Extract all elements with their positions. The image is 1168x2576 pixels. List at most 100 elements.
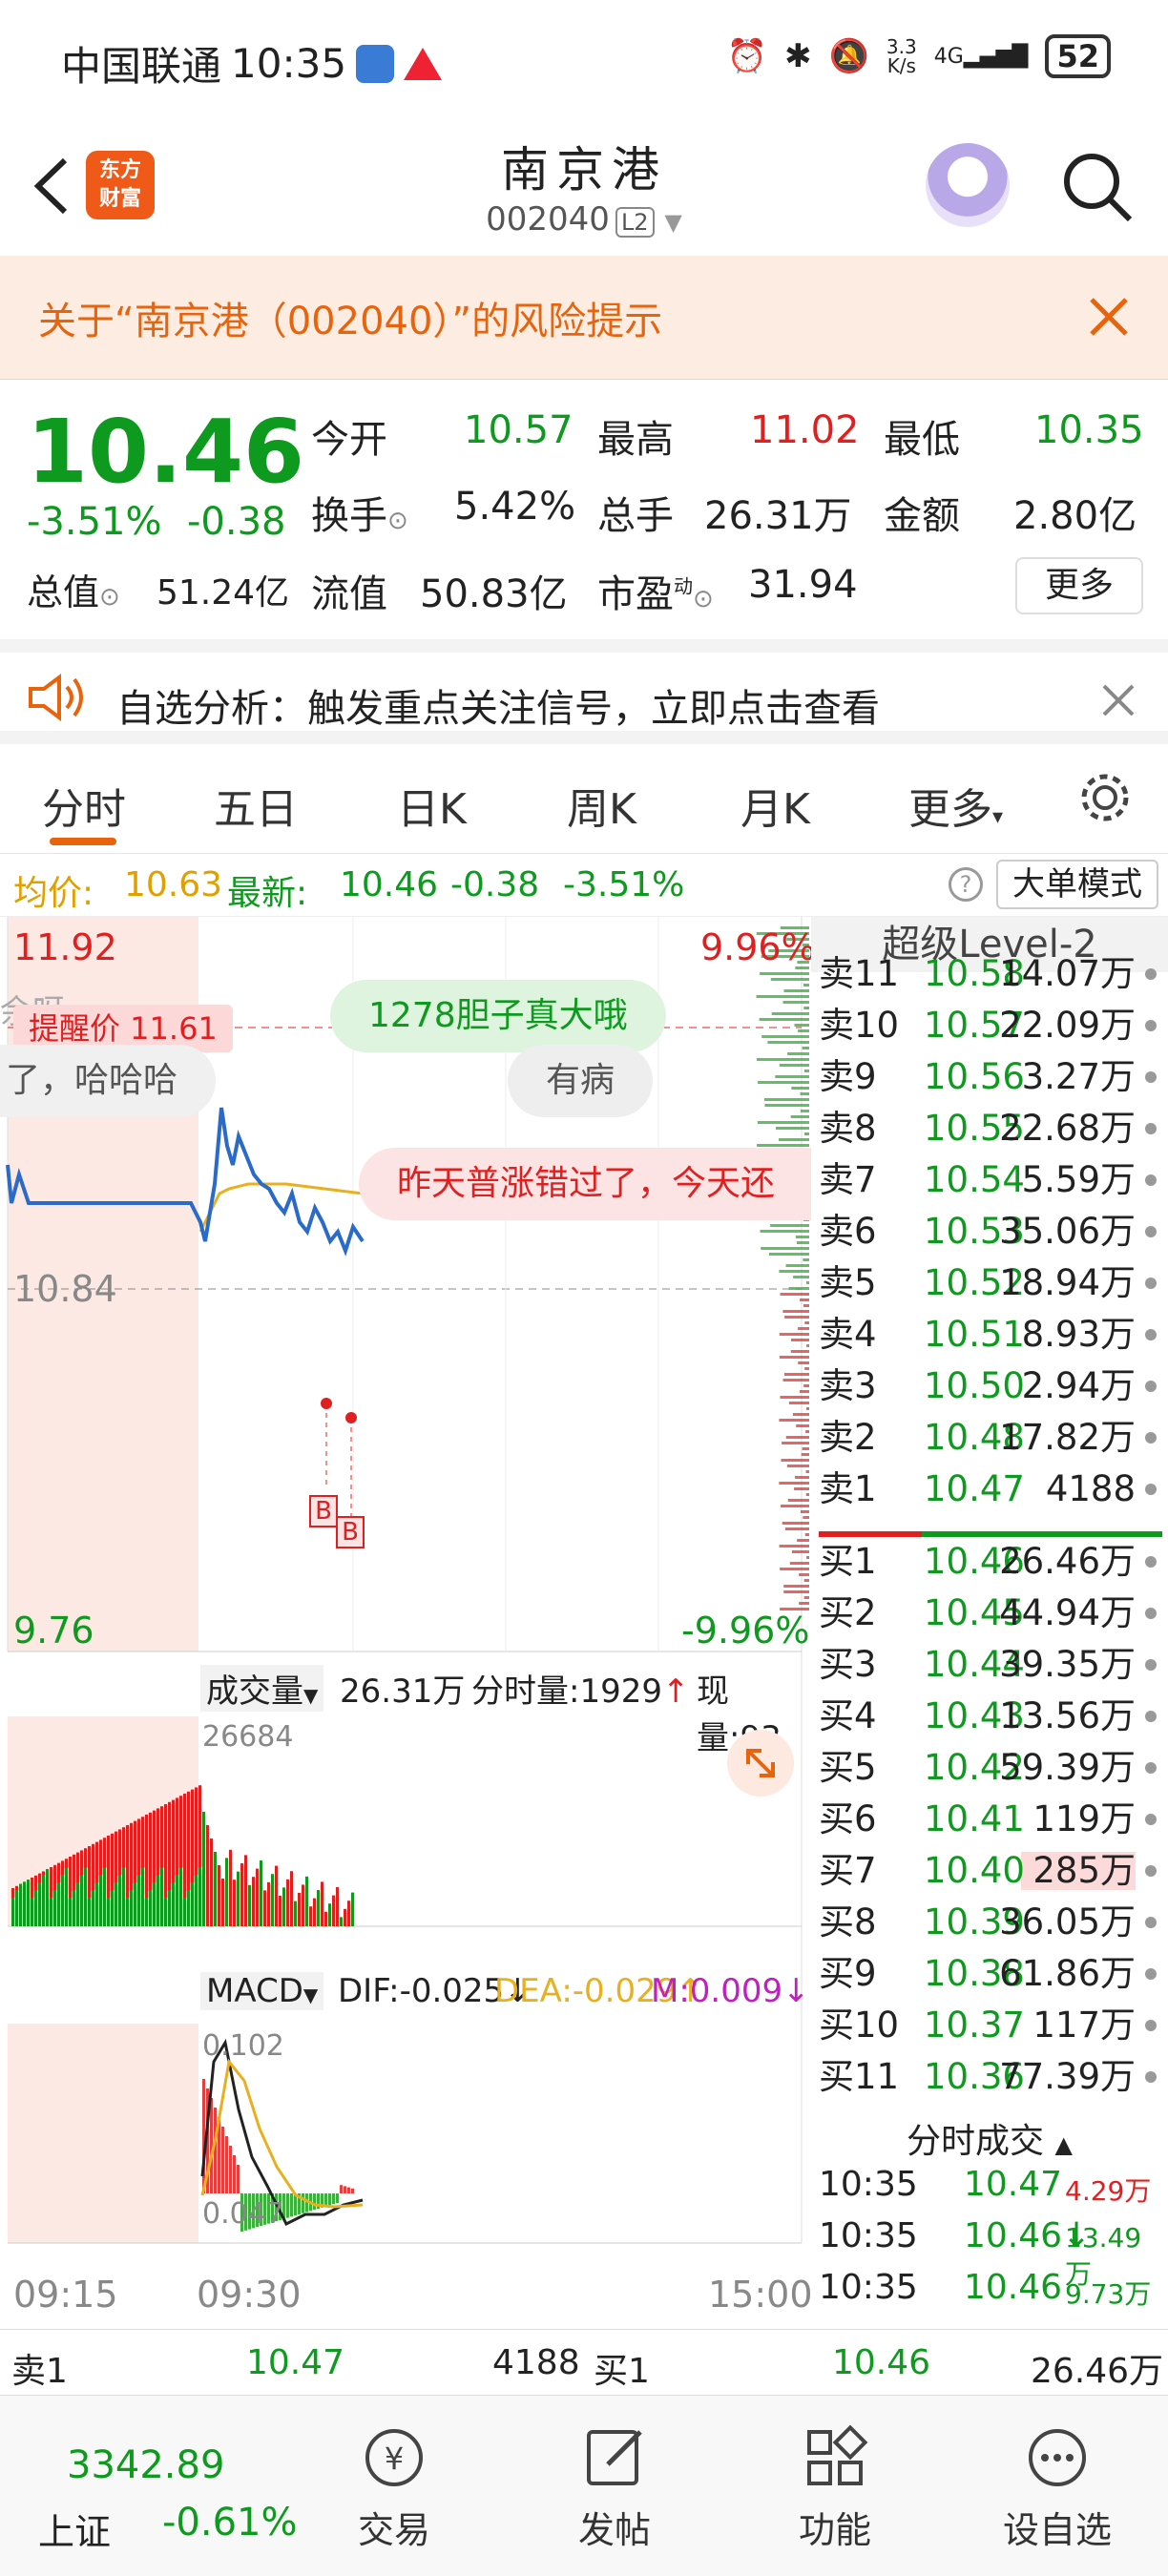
macd-bar [229,2146,232,2193]
sell-row[interactable]: 卖10 10.57 22.09万 [819,1001,1168,1050]
macd-bar [233,2155,236,2193]
buy-badge[interactable]: B [309,1495,338,1527]
buy-badge[interactable]: B [336,1516,365,1548]
depth-bar [771,1012,809,1015]
close-icon[interactable] [1088,296,1130,342]
robot-assistant-icon[interactable] [926,143,1010,227]
depth-bar [785,1436,809,1439]
sell-row[interactable]: 卖2 10.48 17.82万 [819,1413,1168,1463]
tab-monthly-k[interactable]: 月K [740,775,810,836]
gear-icon[interactable] [1076,769,1134,830]
buy-row[interactable]: 买3 10.44 39.35万 [819,1640,1168,1690]
depth-bar [758,1081,809,1084]
sell-row[interactable]: 卖11 10.58 14.07万 [819,949,1168,999]
buy-row[interactable]: 买4 10.43 13.56万 [819,1692,1168,1741]
depth-bar [764,1104,809,1107]
big-order-mode-button[interactable]: 大单模式 [996,860,1158,909]
depth-bar [804,1367,809,1370]
depth-bar [805,1281,809,1284]
volume-bar [271,1874,274,1926]
trades-title[interactable]: 分时成交 ▲ [811,2113,1168,2163]
order-dot-icon [1145,1917,1157,1928]
depth-bar [791,1087,809,1090]
buy-volume: 44.94万 [999,1592,1136,1633]
volume-bar [347,1901,350,1926]
sell-row[interactable]: 卖6 10.53 35.06万 [819,1207,1168,1257]
volume-bar [237,1871,240,1926]
sell-volume: 3.27万 [1021,1056,1136,1097]
volume-selector[interactable]: 成交量▼ [200,1665,324,1712]
open-label: 今开 [311,418,387,462]
sell-row[interactable]: 卖8 10.55 22.68万 [819,1104,1168,1153]
help-icon[interactable]: ? [949,867,983,902]
tab-more[interactable]: 更多▾ [908,775,1003,836]
depth-bar [760,1230,809,1233]
macd-bar [336,2193,339,2203]
depth-bar [757,1121,809,1124]
sell-level-label: 卖5 [819,1262,877,1303]
nav-post[interactable]: 发帖 [543,2424,686,2553]
sell-row[interactable]: 卖5 10.52 18.94万 [819,1258,1168,1308]
sell-volume: 18.94万 [999,1262,1136,1303]
nav-function[interactable]: 功能 [763,2424,907,2553]
volume-bar [11,1898,14,1926]
nav-add-watchlist[interactable]: 设自选 [986,2424,1129,2553]
buy-row[interactable]: 买7 10.40 285万 [819,1846,1168,1896]
more-button[interactable]: 更多 [1015,557,1143,614]
buy-row[interactable]: 买8 10.39 36.05万 [819,1898,1168,1947]
calendar-icon [356,44,395,83]
depth-bar [785,1264,809,1267]
depth-bar [803,1132,809,1135]
tab-daily-k[interactable]: 日K [397,775,467,836]
depth-bar [780,1505,809,1507]
sell-row[interactable]: 卖7 10.54 5.59万 [819,1155,1168,1205]
volume-bar [309,1906,312,1926]
intraday-chart[interactable]: 11.92 10.84 9.76 9.96% -9.96% 余呀 提醒价 11.… [0,917,816,2329]
tab-five-day[interactable]: 五日 [214,775,298,836]
buy-row[interactable]: 买9 10.38 61.86万 [819,1949,1168,1999]
avg-value: 10.63 [124,865,223,904]
buy-row[interactable]: 买10 10.37 117万 [819,2001,1168,2050]
tab-intraday[interactable]: 分时 [42,775,126,836]
order-dot-icon [1145,1071,1157,1083]
sell-row[interactable]: 卖3 10.50 2.94万 [819,1361,1168,1411]
nav-trade[interactable]: ¥ 交易 [323,2424,466,2553]
buy-row[interactable]: 买2 10.45 44.94万 [819,1589,1168,1638]
nav-watch-label: 设自选 [1002,2509,1112,2551]
depth-bar [783,1585,809,1588]
sell-volume: 8.93万 [1021,1314,1136,1355]
tab-weekly-k[interactable]: 周K [567,775,636,836]
depth-bar [805,1470,809,1473]
price-summary-bar: 均价: 10.63 最新: 10.46 -0.38 -3.51% ? 大单模式 [0,854,1168,917]
depth-bar [784,1316,809,1319]
volume-bar [282,1887,285,1926]
risk-warning-bar[interactable]: 关于“南京港（002040）”的风险提示 [0,256,1168,380]
net-speed: 3.3 K/s [886,35,917,77]
index-ticker[interactable]: 3342.89 上证 -0.61% [38,2415,298,2558]
sell-row[interactable]: 卖9 10.56 3.27万 [819,1052,1168,1102]
buy-row[interactable]: 买1 10.46 26.46万 [819,1537,1168,1587]
expand-icon[interactable] [727,1730,794,1797]
depth-bar [780,1293,809,1296]
buy-row[interactable]: 买5 10.42 59.39万 [819,1743,1168,1793]
buy-row[interactable]: 买6 10.41 119万 [819,1795,1168,1844]
sell-row[interactable]: 卖4 10.51 8.93万 [819,1310,1168,1360]
close-icon[interactable] [1101,683,1136,721]
buy-row[interactable]: 买11 10.36 77.39万 [819,2052,1168,2102]
depth-bar [782,1001,809,1004]
sell-price: 10.51 [924,1314,1025,1355]
macd-selector[interactable]: MACD▼ [200,1972,324,2010]
trade-time: 10:35 [819,2216,918,2255]
sell-row[interactable]: 卖1 10.47 4188 [819,1465,1168,1514]
depth-bar [798,1327,809,1330]
depth-bar [770,1224,809,1227]
best-bid-label: 买1 [594,2352,650,2391]
macd-bar [351,2188,354,2193]
pre-market-shade [8,2024,198,2243]
search-icon[interactable] [1059,149,1136,229]
depth-bar [803,1384,809,1387]
analysis-announcement[interactable]: 自选分析：触发重点关注信号，立即点击查看 [0,639,1168,744]
volume-bar [99,1875,102,1926]
volume-bar [111,1890,114,1926]
depth-bar [756,1058,809,1061]
